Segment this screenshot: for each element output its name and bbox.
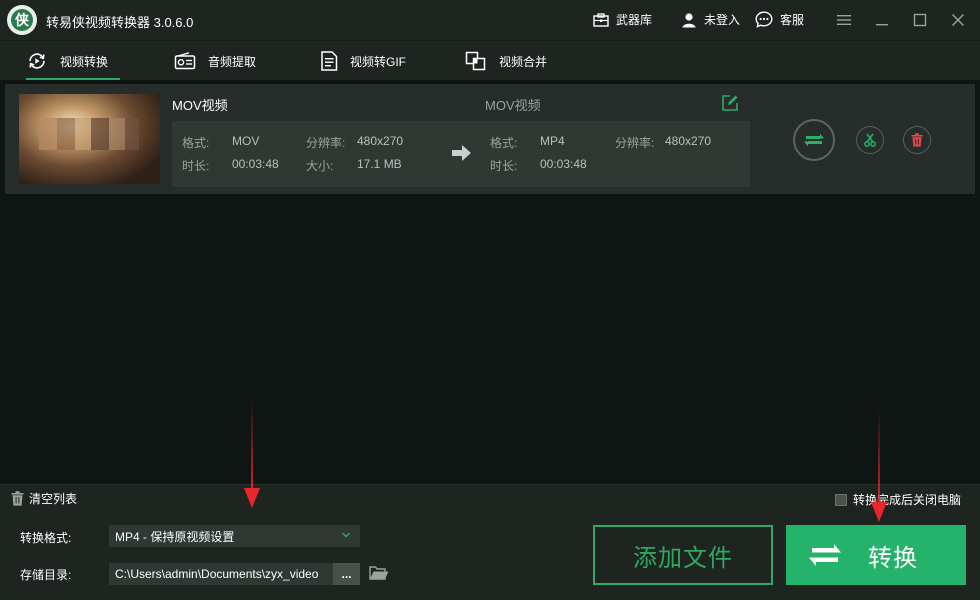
service-label: 客服: [780, 13, 805, 27]
maximize-icon: [913, 13, 927, 27]
maximize-button[interactable]: [910, 10, 930, 30]
source-resolution-value: 480x270: [357, 134, 404, 148]
arsenal-button[interactable]: 武器库: [593, 11, 652, 28]
chevron-down-icon: [342, 532, 350, 538]
source-size-value: 17.1 MB: [357, 157, 402, 171]
chat-icon: [755, 11, 773, 28]
clear-list-button[interactable]: 清空列表: [11, 490, 77, 507]
tab-label: 音频提取: [208, 54, 257, 69]
close-icon: [952, 14, 964, 26]
hamburger-icon: [837, 15, 851, 25]
source-format-label: 格式:: [182, 136, 210, 150]
format-value: MP4 - 保持原视频设置: [115, 529, 235, 544]
shutdown-checkbox[interactable]: [835, 493, 847, 506]
tab-video-merge[interactable]: 视频合并: [465, 41, 547, 81]
delete-button[interactable]: [903, 126, 931, 154]
swap-arrows-icon: [804, 133, 824, 147]
tab-label: 视频合并: [499, 54, 548, 69]
clear-list-label: 清空列表: [29, 492, 78, 506]
source-duration-label: 时长:: [182, 159, 210, 173]
source-format-value: MOV: [232, 134, 260, 148]
target-format-label: 格式:: [490, 136, 518, 150]
video-thumbnail[interactable]: [19, 94, 160, 184]
edit-icon[interactable]: [721, 94, 739, 112]
radio-icon: [174, 52, 196, 70]
scissors-icon: [864, 133, 876, 147]
convert-single-button[interactable]: [793, 119, 835, 161]
trim-button[interactable]: [856, 126, 884, 154]
trash-icon: [11, 491, 24, 506]
tab-video-to-gif[interactable]: 视频转GIF: [320, 41, 406, 81]
tab-audio-extract[interactable]: 音频提取: [174, 41, 256, 81]
tab-bar: 视频转换 音频提取 视频转GIF 视频合并: [0, 40, 980, 80]
target-format-value: MP4: [540, 134, 565, 148]
source-resolution-label: 分辨率:: [306, 136, 346, 150]
format-label: 转换格式:: [20, 531, 72, 545]
shutdown-option[interactable]: 转换完成后关闭电脑: [835, 491, 961, 508]
source-file-name: MOV视频: [172, 98, 228, 113]
add-file-button[interactable]: 添加文件: [593, 525, 773, 585]
convert-label: 转换: [868, 544, 918, 572]
browse-button[interactable]: ...: [333, 563, 360, 585]
tab-label: 视频转GIF: [350, 54, 406, 69]
close-button[interactable]: [948, 10, 968, 30]
service-button[interactable]: 客服: [755, 11, 804, 28]
bottom-panel: 转换格式: MP4 - 保持原视频设置 存储目录: ... 添加文件 转换: [0, 510, 980, 600]
minimize-icon: [876, 24, 888, 26]
app-logo-icon: 侠: [7, 5, 37, 35]
minimize-button[interactable]: [872, 10, 892, 30]
output-format-select[interactable]: MP4 - 保持原视频设置: [109, 525, 360, 547]
trash-icon: [911, 133, 923, 147]
annotation-arrow-down: [871, 408, 887, 522]
target-resolution-value: 480x270: [665, 134, 712, 148]
arrow-right-icon: [452, 145, 471, 161]
title-bar: 侠 转易侠视频转换器 3.0.6.0 武器库 未登入 客服: [0, 0, 980, 40]
source-size-label: 大小:: [306, 159, 334, 173]
directory-label: 存储目录:: [20, 568, 72, 582]
target-resolution-label: 分辨率:: [615, 136, 655, 150]
app-title: 转易侠视频转换器 3.0.6.0: [46, 15, 194, 30]
merge-icon: [465, 51, 486, 71]
output-directory-field[interactable]: [109, 563, 333, 585]
tab-label: 视频转换: [60, 54, 109, 69]
file-info-panel: 格式: MOV 分辨率: 480x270 时长: 00:03:48 大小: 17…: [172, 121, 750, 187]
document-gif-icon: [321, 51, 338, 71]
login-label: 未登入: [704, 13, 741, 27]
file-list-empty-area: [0, 198, 980, 484]
menu-button[interactable]: [834, 10, 854, 30]
target-duration-label: 时长:: [490, 159, 518, 173]
tab-video-convert[interactable]: 视频转换: [26, 41, 121, 81]
folder-icon[interactable]: [369, 564, 389, 580]
source-duration-value: 00:03:48: [232, 157, 279, 171]
annotation-arrow-down: [244, 398, 260, 508]
user-icon: [682, 12, 696, 27]
file-item-card[interactable]: MOV视频 MOV视频 格式: MOV 分辨率: 480x270 时长: 00:…: [5, 84, 975, 194]
toolbox-icon: [593, 12, 609, 27]
login-button[interactable]: 未登入: [681, 11, 740, 28]
arsenal-label: 武器库: [616, 13, 653, 27]
target-duration-value: 00:03:48: [540, 157, 587, 171]
swap-arrows-icon: [809, 544, 841, 566]
convert-button[interactable]: 转换: [786, 525, 966, 585]
target-file-name: MOV视频: [485, 98, 541, 113]
video-convert-icon: [29, 53, 45, 69]
list-toolbar: 清空列表 转换完成后关闭电脑: [0, 484, 980, 510]
